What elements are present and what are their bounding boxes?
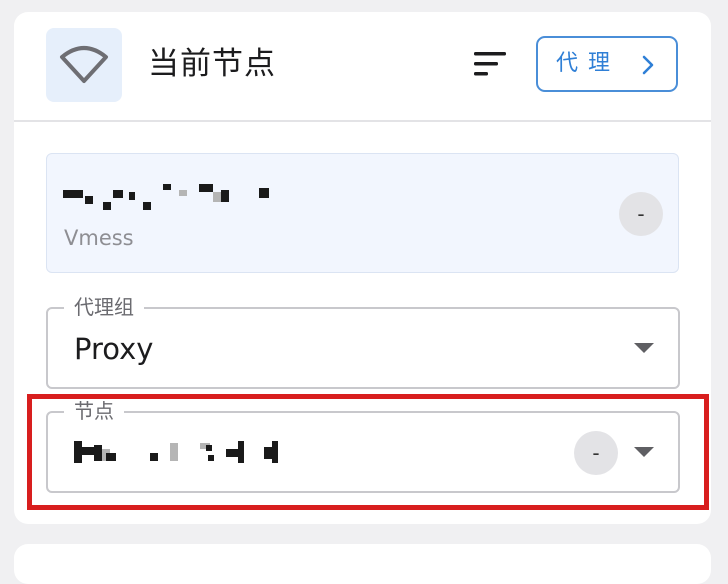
- proxy-button[interactable]: 代理: [536, 36, 678, 92]
- node-select[interactable]: 节点 -: [46, 397, 680, 493]
- next-card: [14, 544, 711, 584]
- page-title: 当前节点: [148, 46, 276, 82]
- proxy-group-select[interactable]: 代理组 Proxy: [46, 293, 680, 389]
- selected-node-name-redacted: [74, 439, 314, 467]
- wifi-icon: [60, 46, 108, 83]
- sort-icon[interactable]: [474, 52, 506, 76]
- current-node-info[interactable]: Vmess -: [46, 153, 679, 273]
- dropdown-arrow-icon[interactable]: [634, 447, 654, 457]
- proxy-group-value: Proxy: [74, 332, 154, 366]
- wifi-tile: [46, 28, 122, 102]
- selected-node-delay-badge[interactable]: -: [574, 431, 618, 475]
- card-header: 当前节点 代理: [14, 12, 711, 122]
- node-name-redacted: [63, 182, 303, 210]
- node-type: Vmess: [64, 226, 134, 250]
- proxy-button-label: 代理: [556, 51, 621, 76]
- proxy-group-label: 代理组: [64, 293, 144, 321]
- node-select-label: 节点: [64, 397, 124, 425]
- chevron-right-icon: [642, 55, 654, 75]
- dropdown-arrow-icon[interactable]: [634, 343, 654, 353]
- node-delay-badge[interactable]: -: [619, 192, 663, 236]
- current-node-card: 当前节点 代理 Vmess - 代理组 Proxy 节点 -: [14, 12, 711, 524]
